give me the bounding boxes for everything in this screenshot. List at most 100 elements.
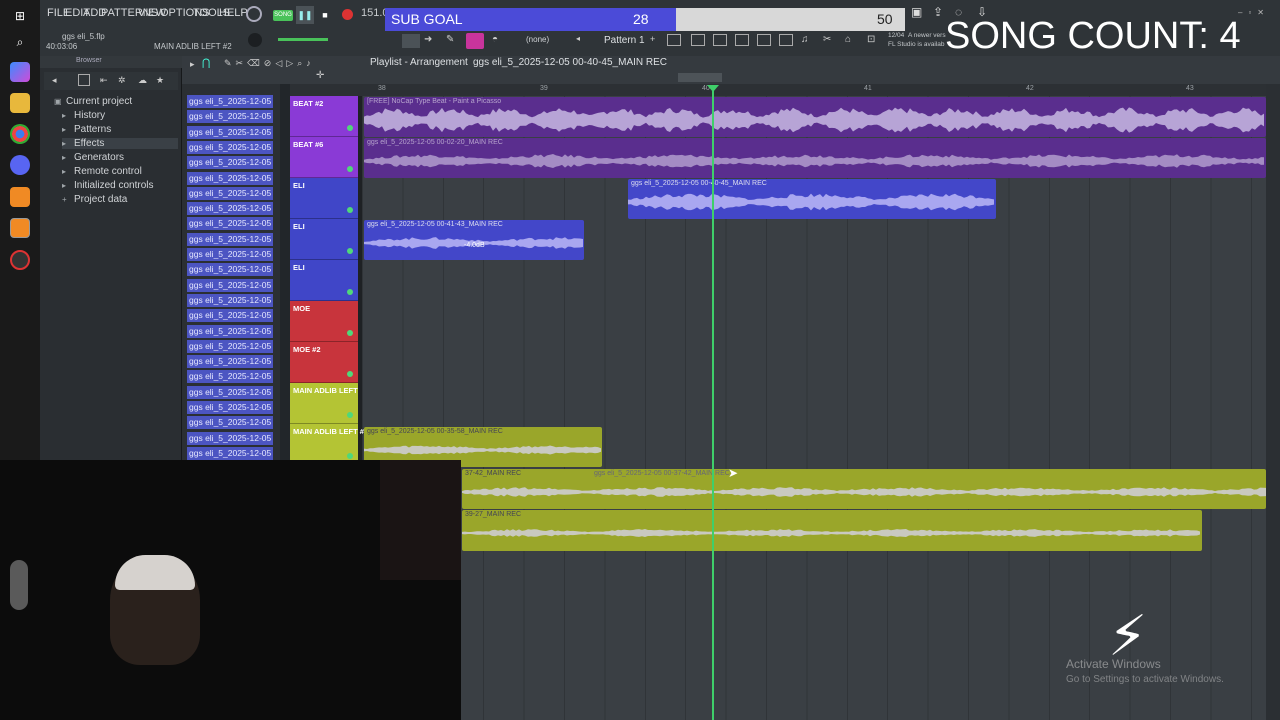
horizontal-zoom-scrollbar[interactable] <box>678 73 722 82</box>
audio-clip-beat2[interactable]: [FREE] NoCap Type Beat - Paint a Picasso <box>364 97 1266 137</box>
track-header[interactable]: BEAT #2 <box>290 96 358 137</box>
playlist-tools-icons[interactable]: ✎✂⌫⊘◁▷⌕♪ <box>224 58 315 69</box>
audio-clip-adlib-2[interactable]: 37-42_MAIN REC <box>462 469 1266 509</box>
copilot-icon[interactable] <box>10 62 30 82</box>
clip-list-scrollbar[interactable] <box>280 84 290 460</box>
bell-icon[interactable]: ◓ <box>492 34 506 48</box>
clip-source-item[interactable]: ggs eli_5_2025-12-05 00... <box>187 416 273 430</box>
clip-source-item[interactable]: ggs eli_5_2025-12-05 00... <box>187 140 273 154</box>
clip-source-item[interactable]: ggs eli_5_2025-12-05 00... <box>187 339 273 353</box>
clip-source-item[interactable]: ggs eli_5_2025-12-05 00... <box>187 156 273 170</box>
stop-button[interactable]: ■ <box>318 6 332 24</box>
clip-source-item[interactable]: ggs eli_5_2025-12-05 00... <box>187 309 273 323</box>
browser-item-history[interactable]: ▸ History <box>62 110 105 121</box>
fl-studio-icon[interactable] <box>10 187 30 207</box>
plugin-picker-icon[interactable] <box>757 34 771 46</box>
browser-search-icon[interactable]: ✲ <box>118 75 126 86</box>
track-header[interactable]: MAIN ADLIB LEFT <box>290 383 358 424</box>
obs-icon[interactable] <box>10 250 30 270</box>
track-header[interactable]: ELI <box>290 260 358 301</box>
clip-source-item[interactable]: ggs eli_5_2025-12-05 00... <box>187 401 273 414</box>
magnet-icon[interactable]: ⋂ <box>202 58 210 69</box>
master-volume-slider[interactable] <box>278 38 328 41</box>
pen-icon[interactable]: ✎ <box>446 34 460 48</box>
track-mute-led[interactable] <box>347 247 353 254</box>
browser-item-generators[interactable]: ▸ Generators <box>62 152 124 163</box>
clip-source-item[interactable]: ggs eli_5_2025-12-05 00... <box>187 110 273 124</box>
clip-source-item[interactable]: ggs eli_5_2025-12-05 00... <box>187 186 273 200</box>
track-header[interactable]: BEAT #6 <box>290 137 358 178</box>
playlist-vertical-scrollbar[interactable] <box>1266 84 1280 720</box>
clip-source-item[interactable]: ggs eli_5_2025-12-05 00... <box>187 385 273 399</box>
arrow-right-icon[interactable]: ➜ <box>424 34 438 48</box>
clip-source-item[interactable]: ggs eli_5_2025-12-05 00... <box>187 278 273 292</box>
clip-source-item[interactable]: ggs eli_5_2025-12-05 00... <box>187 431 273 445</box>
playlist-menu-arrow-icon[interactable]: ▸ <box>190 59 195 70</box>
track-mute-led[interactable] <box>347 124 353 131</box>
audio-clip-adlib-3[interactable]: 39-27_MAIN REC <box>462 510 1202 551</box>
snap-select[interactable]: (none) <box>526 35 549 44</box>
clip-source-item[interactable]: ggs eli_5_2025-12-05 00... <box>187 171 273 185</box>
clip-source-item[interactable]: ggs eli_5_2025-12-05 00... <box>187 446 273 460</box>
mic-icon[interactable]: ♫ <box>801 34 815 46</box>
notify-line2[interactable]: FL Studio is availab <box>888 41 945 48</box>
track-mute-led[interactable] <box>347 329 353 336</box>
tools-icon[interactable]: ✂ <box>823 34 837 46</box>
clip-source-item[interactable]: ggs eli_5_2025-12-05 00... <box>187 217 273 231</box>
audio-clip-beat6[interactable]: ggs eli_5_2025-12-05 00-02-20_MAIN REC <box>364 138 1266 178</box>
save-icon[interactable]: ▣ <box>911 5 925 19</box>
chrome-icon[interactable] <box>10 124 30 144</box>
clip-source-item[interactable]: ggs eli_5_2025-12-05 00... <box>187 95 273 108</box>
track-header[interactable]: ELI <box>290 219 358 260</box>
clip-source-item[interactable]: ggs eli_5_2025-12-05 00... <box>187 125 273 139</box>
track-header[interactable]: MOE <box>290 301 358 342</box>
crosshair-icon[interactable]: ✛ <box>316 70 324 81</box>
clip-source-item[interactable]: ggs eli_5_2025-12-05 00... <box>187 232 273 246</box>
search-icon[interactable]: ⌕ <box>10 32 30 52</box>
discord-icon[interactable] <box>10 155 30 175</box>
browser-toggle-icon[interactable] <box>779 34 793 46</box>
browser-tree-icon[interactable] <box>78 74 90 86</box>
master-pitch-knob[interactable] <box>248 33 262 47</box>
pattern-add-icon[interactable]: + <box>650 34 658 46</box>
browser-item-current-project[interactable]: ▣ Current project <box>54 96 132 107</box>
browser-cloud-icon[interactable]: ☁ <box>138 75 147 86</box>
track-mute-led[interactable] <box>347 411 353 418</box>
audio-clip-eli-1[interactable]: ggs eli_5_2025-12-05 00-40-45_MAIN REC <box>628 179 996 219</box>
browser-collapse-icon[interactable]: ⇤ <box>100 75 108 86</box>
playhead-marker-icon[interactable] <box>707 85 719 92</box>
track-mute-led[interactable] <box>347 370 353 377</box>
metronome-icon[interactable] <box>246 6 262 22</box>
clip-source-item[interactable]: ggs eli_5_2025-12-05 00... <box>187 263 273 277</box>
browser-item-project-data[interactable]: + Project data <box>62 194 127 205</box>
track-mute-led[interactable] <box>347 206 353 213</box>
shop-icon[interactable]: ⌂ <box>845 34 859 46</box>
cart-icon[interactable]: ⊡ <box>867 34 881 46</box>
track-header[interactable]: MOE #2 <box>290 342 358 383</box>
link-icon[interactable] <box>466 33 484 49</box>
track-header[interactable]: MAIN ADLIB LEFT #2 <box>290 424 368 465</box>
menu-help[interactable]: HELP <box>219 7 248 19</box>
playhead[interactable] <box>712 88 714 720</box>
track-mute-led[interactable] <box>347 452 353 459</box>
folder-icon[interactable] <box>10 93 30 113</box>
browser-item-effects[interactable]: ▸ Effects <box>62 138 178 149</box>
record-button[interactable] <box>342 9 353 20</box>
track-header[interactable]: ELI <box>290 178 358 219</box>
browser-star-icon[interactable]: ★ <box>156 75 164 86</box>
browser-item-remote-control[interactable]: ▸ Remote control <box>62 166 142 177</box>
clip-source-item[interactable]: ggs eli_5_2025-12-05 00... <box>187 248 273 261</box>
track-mute-led[interactable] <box>347 288 353 295</box>
browser-item-patterns[interactable]: ▸ Patterns <box>62 124 111 135</box>
browser-item-initialized-controls[interactable]: ▸ Initialized controls <box>62 180 153 191</box>
pattern-selector[interactable]: Pattern 1 <box>604 35 645 46</box>
keyboard-icon[interactable] <box>402 34 420 48</box>
windows-icon[interactable]: ⊞ <box>10 6 30 26</box>
track-mute-led[interactable] <box>347 165 353 172</box>
window-controls[interactable]: –▫✕ <box>1238 8 1278 18</box>
song-mode-toggle[interactable]: SONG <box>273 10 293 21</box>
pattern-prev-icon[interactable]: ◂ <box>576 34 582 46</box>
channel-rack-icon[interactable] <box>713 34 727 46</box>
pause-button[interactable]: ❚❚ <box>296 6 314 24</box>
fl-studio-active-icon[interactable] <box>10 218 30 238</box>
